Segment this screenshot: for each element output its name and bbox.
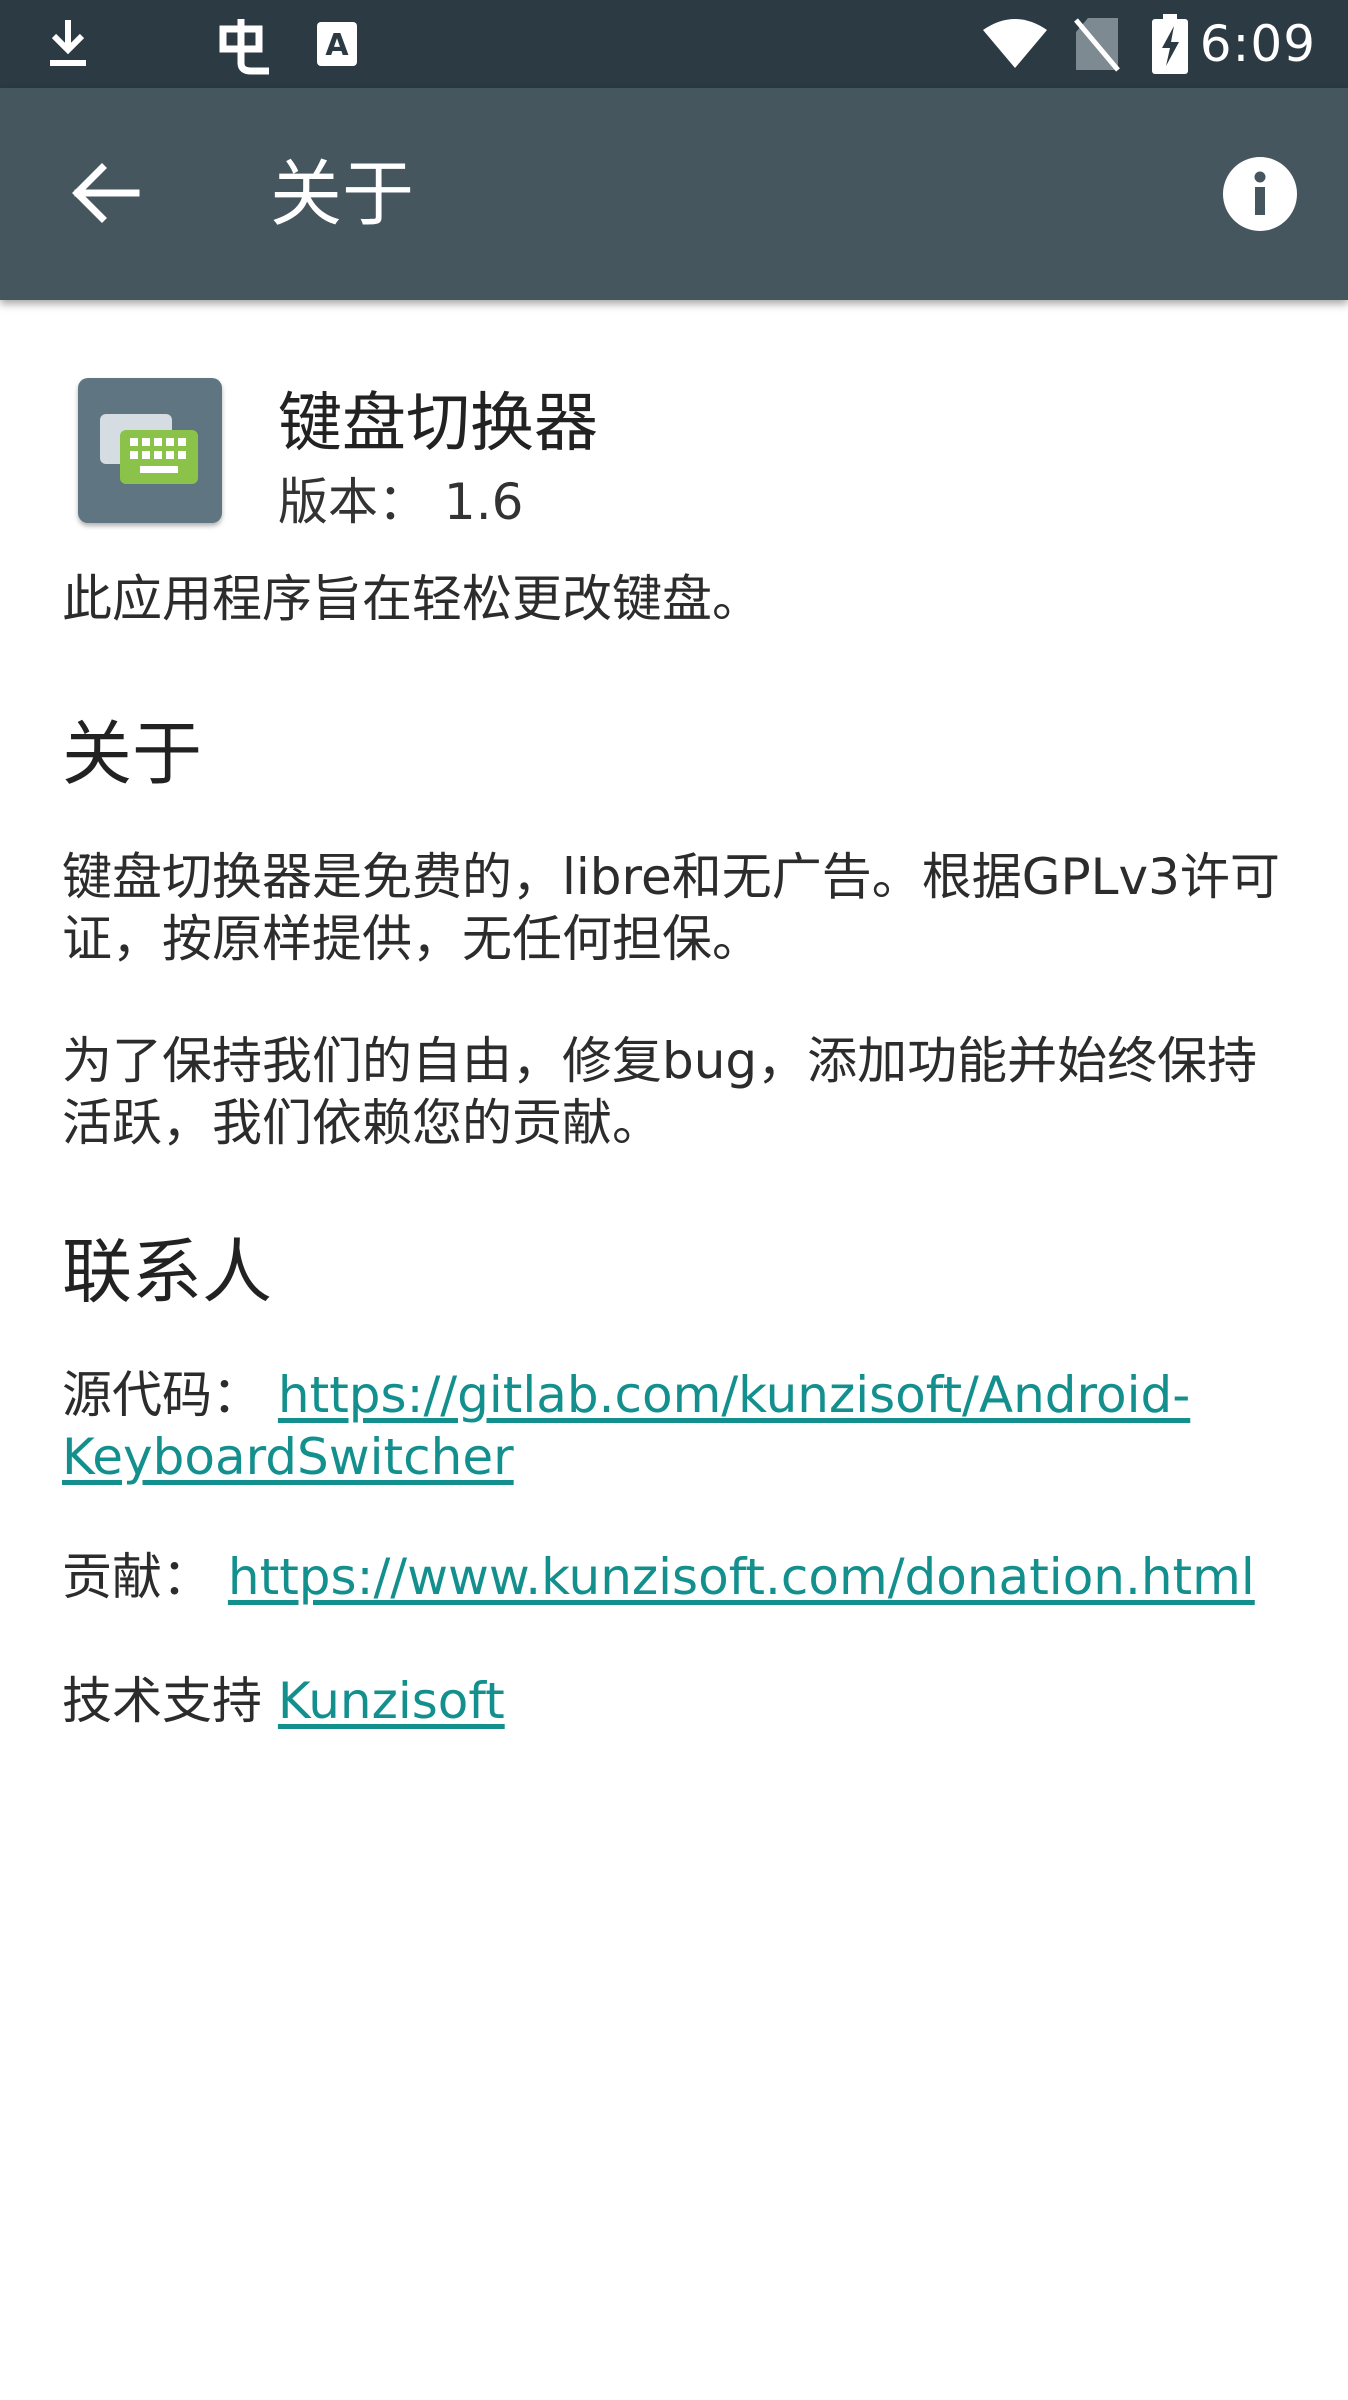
status-bar: A 6:09	[0, 0, 1348, 88]
keyboard-app-icon	[78, 378, 222, 523]
support-row: 技术支持 Kunzisoft	[62, 1670, 1282, 1732]
support-link[interactable]: Kunzisoft	[278, 1672, 505, 1730]
arrow-back-icon	[72, 163, 140, 223]
about-text-contribute: 为了保持我们的自由，修复bug，添加功能并始终保持活跃，我们依赖您的贡献。	[62, 1032, 1258, 1152]
contact-heading: 联系人	[62, 1231, 272, 1313]
back-button[interactable]	[60, 148, 150, 238]
donation-link[interactable]: https://www.kunzisoft.com/donation.html	[228, 1548, 1255, 1606]
support-label: 技术支持	[62, 1672, 262, 1730]
svg-text:A: A	[325, 28, 349, 63]
source-code-label: 源代码：	[62, 1366, 262, 1424]
page-title: 关于	[270, 152, 415, 236]
donation-label: 贡献：	[62, 1548, 212, 1606]
no-sim-icon	[1072, 14, 1122, 74]
donation-row: 贡献： https://www.kunzisoft.com/donation.h…	[62, 1546, 1282, 1608]
info-button[interactable]	[1216, 150, 1304, 238]
battery-charging-icon	[1150, 14, 1190, 74]
app-name: 键盘切换器	[278, 387, 598, 461]
app-description: 此应用程序旨在轻松更改键盘。	[62, 570, 762, 628]
app-header: 键盘切换器 版本： 1.6	[78, 378, 1278, 531]
about-text-license: 键盘切换器是免费的，libre和无广告。根据GPLv3许可证，按原样提供，无任何…	[62, 848, 1280, 968]
wifi-icon	[980, 14, 1050, 74]
app-bar: 关于	[0, 88, 1348, 300]
about-heading: 关于	[62, 713, 202, 795]
keyboard-a-icon: A	[314, 14, 360, 74]
source-code-row: 源代码： https://gitlab.com/kunzisoft/Androi…	[62, 1364, 1282, 1488]
download-icon	[40, 14, 96, 74]
info-icon	[1223, 157, 1297, 231]
status-time: 6:09	[1199, 15, 1316, 73]
app-notification-icon	[212, 14, 276, 75]
app-version: 版本： 1.6	[278, 473, 524, 531]
